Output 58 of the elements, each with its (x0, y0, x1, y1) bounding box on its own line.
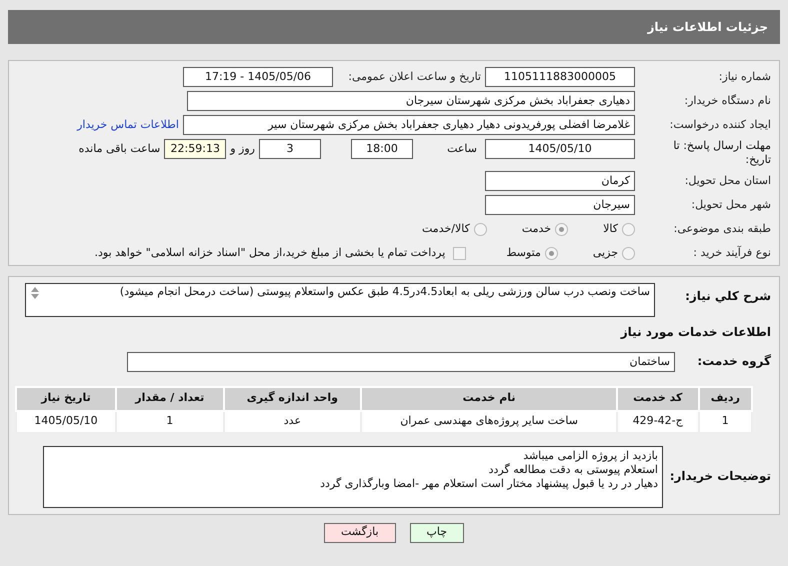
input-field[interactable]: ساختمان (127, 352, 675, 372)
column-header: کد خدمت (616, 386, 699, 410)
table-cell: ساخت سایر پروژه‌های مهندسی عمران (361, 410, 617, 432)
input-field[interactable]: 1405/05/06 - 17:19 (183, 67, 333, 87)
field-label: استان محل تحویل: (684, 174, 771, 187)
print-button[interactable]: چاپ (410, 522, 464, 542)
scroll-arrows-icon[interactable] (30, 286, 40, 300)
column-header: واحد اندازه گیری (224, 386, 362, 410)
column-header: تعداد / مقدار (116, 386, 224, 410)
field-label: شماره نیاز: (718, 70, 771, 83)
field-label: شهر محل تحویل: (691, 198, 771, 211)
page-title: جزئیات اطلاعات نیاز (647, 19, 768, 36)
input-field[interactable]: 1105111883000005 (485, 67, 635, 87)
input-field[interactable]: 3 (259, 139, 321, 159)
radio-button[interactable] (622, 222, 635, 236)
field-label: توضیحات خریدار: (670, 469, 771, 484)
field-label: نام دستگاه خریدار: (684, 94, 771, 107)
input-field[interactable]: 22:59:13 (164, 139, 226, 159)
radio-label: کالا (603, 220, 618, 237)
column-header: تاریخ نیاز (16, 386, 116, 410)
radio-label: خدمت (522, 220, 552, 237)
table-cell: ج-42-429 (616, 410, 699, 432)
field-label: گروه خدمت: (697, 354, 771, 368)
input-field[interactable]: غلامرضا افضلی پورفریدونی دهیار دهیاری جعفراباد بخش مرکزی شهرستان سیر (183, 115, 635, 135)
input-field[interactable]: دهیاری جعفراباد بخش مرکزی شهرستان سیرجان (187, 91, 635, 111)
radio-button[interactable] (544, 246, 558, 260)
days-label: روز و (228, 141, 256, 157)
radio-button[interactable] (622, 246, 635, 260)
input-field[interactable]: سیرجان (485, 195, 635, 215)
field-label: نوع فرآیند خرید : (693, 246, 771, 259)
field-label: ایجاد کننده درخواست: (670, 118, 771, 131)
section-heading: اطلاعات خدمات مورد نیاز (620, 325, 771, 339)
input-field[interactable]: کرمان (485, 171, 635, 191)
field-label: طبقه بندی موضوعی: (674, 222, 771, 235)
table-cell: 1405/05/10 (16, 410, 116, 432)
table-cell: 1 (698, 410, 752, 432)
input-field[interactable]: 18:00 (351, 139, 413, 159)
field-label: مهلت ارسال پاسخ: تا تاریخ: (672, 139, 771, 167)
table-cell: عدد (224, 410, 362, 432)
notes-field[interactable]: بازدید از پروژه الزامی میباشد استعلام پیوستی به دقت مطالعه گردد دهیار در رد یا قبول پیشنهاد مختار است استعلام مهر -امضا وبارگذاری گردد (43, 446, 663, 508)
payment-note: پرداخت تمام یا بخشی از مبلغ خرید،از محل "اسناد خزانه اسلامی" خواهد بود. (94, 244, 446, 261)
radio-button[interactable] (555, 222, 568, 236)
input-field[interactable]: 1405/05/10 (485, 139, 635, 159)
time-label: ساعت (446, 141, 478, 157)
radio-label: کالا/خدمت (422, 220, 470, 237)
radio-button[interactable] (474, 222, 487, 236)
remaining-label: ساعت باقی مانده (78, 141, 162, 157)
description-field[interactable]: ساخت ونصب درب سالن ورزشی ریلی به ابعاد4.5در4.5 طبق عکس واستعلام پیوستی (ساخت درمحل انجام میشود) (25, 283, 655, 317)
field-label: شرح کلي نياز: (685, 289, 771, 303)
column-header: ردیف (698, 386, 752, 410)
checkbox[interactable] (453, 246, 466, 260)
radio-label: جزیی (592, 244, 618, 261)
table-cell: 1 (116, 410, 224, 432)
column-header: نام خدمت (361, 386, 617, 410)
field-label: تاریخ و ساعت اعلان عمومی: (348, 70, 481, 83)
back-button[interactable]: بازگشت (324, 522, 396, 542)
buyer-contact-link[interactable]: اطلاعات تماس خریدار (73, 116, 183, 134)
radio-label: متوسط (506, 244, 541, 261)
